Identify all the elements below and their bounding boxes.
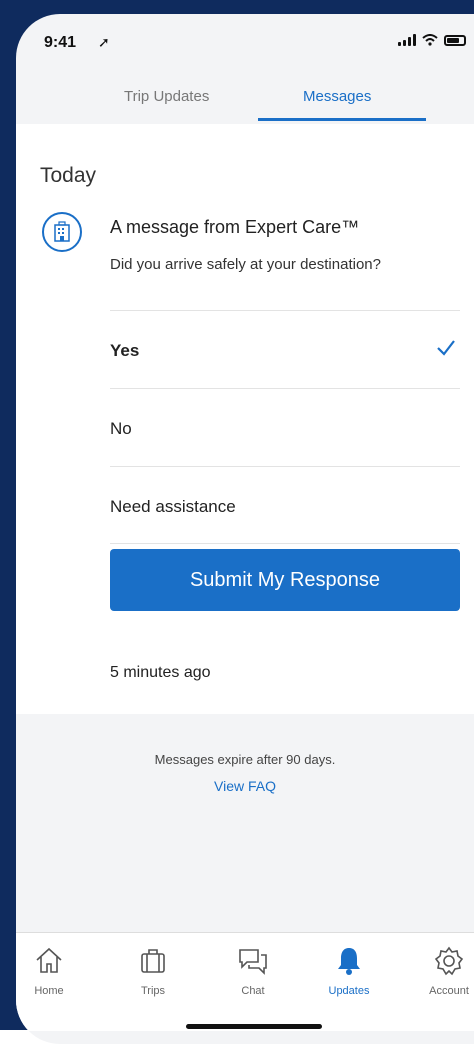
nav-updates[interactable]: Updates (314, 945, 384, 997)
submit-response-button[interactable]: Submit My Response (110, 549, 460, 611)
nav-label: Home (34, 985, 64, 997)
gear-icon (434, 946, 464, 976)
nav-account[interactable]: Account (414, 945, 474, 997)
bottom-nav: Home Trips Chat Updates Account (16, 932, 474, 1031)
wifi-icon (422, 34, 438, 46)
option-label: No (110, 419, 132, 438)
view-faq-link[interactable]: View FAQ (16, 778, 474, 794)
expire-notice: Messages expire after 90 days. (154, 752, 336, 767)
message-title: A message from Expert Care™ (110, 217, 360, 237)
nav-chat[interactable]: Chat (218, 945, 288, 997)
message-timestamp: 5 minutes ago (110, 664, 211, 681)
home-icon (36, 947, 62, 973)
tab-trip-updates[interactable]: Trip Updates (124, 88, 209, 105)
checkmark-icon (437, 340, 455, 356)
nav-label: Updates (328, 985, 370, 997)
nav-label: Account (429, 985, 469, 997)
home-indicator (186, 1024, 322, 1029)
signal-icon (398, 34, 416, 46)
suitcase-icon (141, 949, 165, 973)
nav-trips[interactable]: Trips (118, 945, 188, 997)
battery-icon (444, 34, 466, 46)
nav-home[interactable]: Home (16, 945, 84, 997)
active-tab-indicator (258, 118, 426, 121)
bell-icon (338, 948, 360, 975)
option-yes[interactable]: Yes (110, 310, 460, 389)
location-arrow-icon: ➚ (98, 34, 110, 50)
message-card: Today A message from Expert Care™ Did yo… (16, 124, 474, 714)
option-no[interactable]: No (110, 388, 460, 467)
building-icon (42, 212, 82, 252)
option-label: Yes (110, 341, 140, 360)
status-icons (398, 34, 466, 46)
app-screen: 9:41 ➚ Trip Updates Messages Today A mes… (16, 14, 474, 1044)
tab-bar: Trip Updates Messages (16, 72, 474, 122)
status-time: 9:41 (44, 34, 77, 51)
chat-icon (239, 949, 267, 975)
status-bar: 9:41 ➚ (16, 14, 474, 54)
nav-label: Trips (140, 985, 166, 997)
message-question: Did you arrive safely at your destinatio… (110, 256, 381, 273)
tab-messages[interactable]: Messages (303, 88, 371, 105)
option-need-assistance[interactable]: Need assistance (110, 466, 460, 544)
option-label: Need assistance (110, 497, 236, 516)
section-title: Today (40, 164, 97, 187)
nav-label: Chat (241, 985, 265, 997)
